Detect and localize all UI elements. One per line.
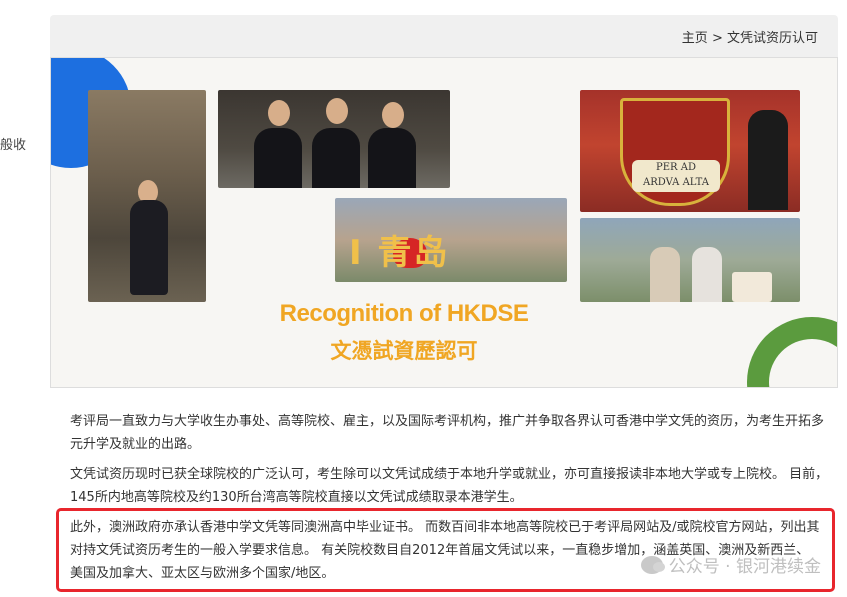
photo-crest-graduate: PER AD ARDVA ALTA bbox=[580, 90, 800, 212]
breadcrumb-current: 文凭试资历认可 bbox=[726, 31, 818, 46]
crest-motto: PER AD ARDVA ALTA bbox=[632, 160, 720, 192]
photo-two-students bbox=[580, 218, 800, 302]
breadcrumb-separator: > bbox=[711, 31, 723, 46]
photo-qingdao-sign: I 青岛 bbox=[335, 198, 567, 282]
breadcrumb-home-link[interactable]: 主页 bbox=[682, 31, 708, 46]
wechat-icon bbox=[640, 555, 665, 574]
photo-three-graduates bbox=[218, 90, 450, 188]
watermark-text: 公众号 · 银河港续金 bbox=[668, 557, 821, 577]
paragraph-promotion: 考评局一直致力与大学收生办事处、高等院校、雇主，以及国际考评机构，推广并争取各界… bbox=[70, 414, 825, 452]
banner-title-chinese: 文憑試資歷認可 bbox=[330, 339, 478, 363]
left-column-fragment: 般收 bbox=[0, 138, 27, 153]
breadcrumb: 主页 > 文凭试资历认可 bbox=[682, 27, 818, 46]
photo-student-archway bbox=[88, 90, 206, 302]
hkdse-banner: I 青岛 PER AD ARDVA ALTA Recognition of HK… bbox=[50, 57, 838, 388]
wechat-watermark: 公众号 · 银河港续金 bbox=[640, 552, 821, 577]
breadcrumb-bar: 主页 > 文凭试资历认可 bbox=[50, 15, 838, 57]
banner-title-english: Recognition of HKDSE bbox=[279, 300, 529, 327]
paragraph-recognition: 文凭试资历现时已获全球院校的广泛认可，考生除可以文凭试成绩于本地升学或就业，亦可… bbox=[70, 467, 829, 505]
qingdao-sign-text: I 青岛 bbox=[349, 233, 450, 273]
